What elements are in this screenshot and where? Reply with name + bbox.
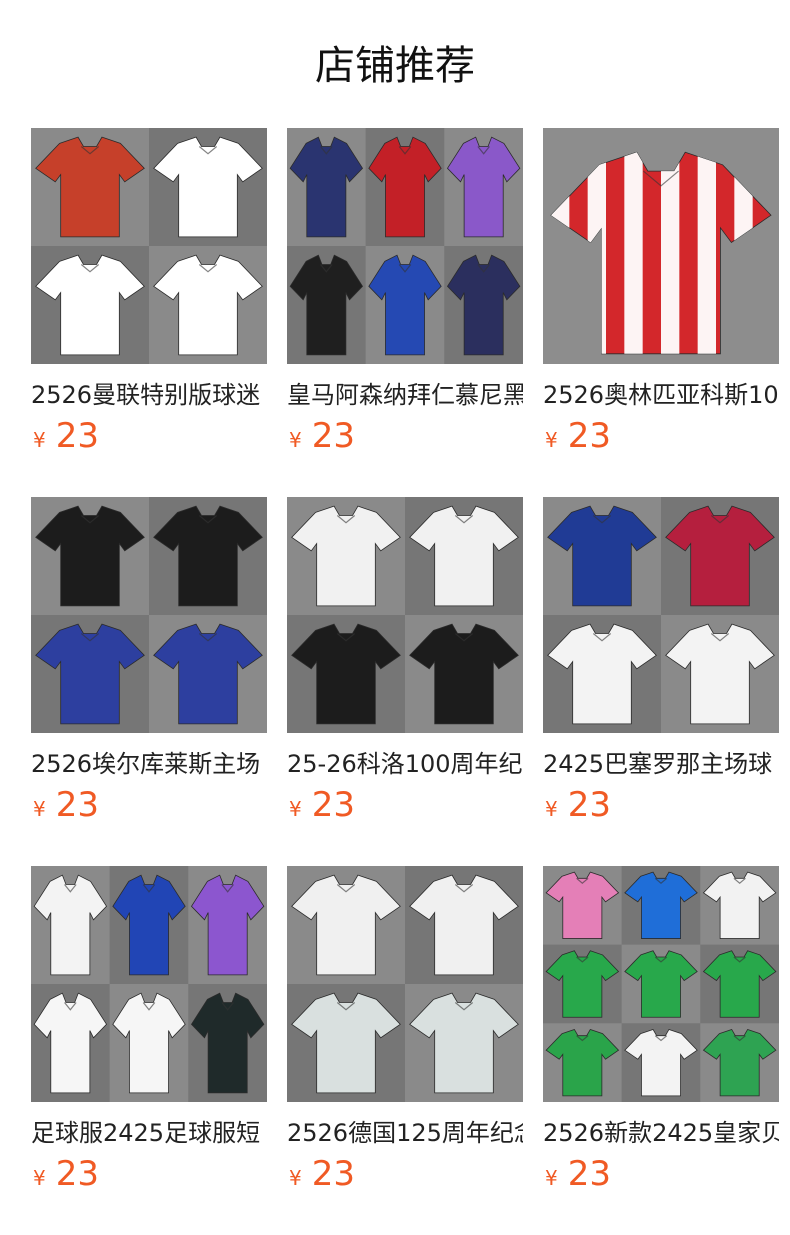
product-image[interactable] (287, 866, 523, 1102)
page-title: 店铺推荐 (315, 43, 475, 89)
product-image[interactable] (31, 128, 267, 364)
jersey-collage-icon (287, 866, 523, 1102)
jersey-collage-icon (543, 497, 779, 733)
product-card[interactable]: 2526曼联特别版球迷 ¥ 23 (31, 128, 267, 497)
product-price: ¥ 23 (287, 416, 355, 460)
product-title[interactable]: 2425巴塞罗那主场球 (543, 747, 779, 781)
product-card[interactable]: 2526新款2425皇家贝 ¥ 23 (543, 866, 779, 1235)
product-title[interactable]: 足球服2425足球服短 (31, 1116, 267, 1150)
currency-symbol: ¥ (289, 428, 302, 452)
currency-symbol: ¥ (289, 797, 302, 821)
product-card[interactable]: 2526奥林匹亚科斯100 ¥ 23 (543, 128, 779, 497)
currency-symbol: ¥ (33, 1166, 46, 1190)
jersey-collage-icon (31, 497, 267, 733)
product-card[interactable]: 2526埃尔库莱斯主场 ¥ 23 (31, 497, 267, 866)
product-card[interactable]: 皇马阿森纳拜仁慕尼黑 ¥ 23 (287, 128, 523, 497)
price-amount: 23 (311, 416, 355, 456)
currency-symbol: ¥ (545, 428, 558, 452)
product-price: ¥ 23 (543, 416, 611, 460)
product-price: ¥ 23 (287, 785, 355, 829)
jersey-collage-icon (31, 866, 267, 1102)
price-amount: 23 (567, 785, 611, 825)
product-image[interactable] (543, 497, 779, 733)
product-price: ¥ 23 (31, 416, 99, 460)
product-title[interactable]: 2526曼联特别版球迷 (31, 378, 267, 412)
product-price: ¥ 23 (543, 1154, 611, 1198)
price-amount: 23 (311, 1154, 355, 1194)
product-title[interactable]: 皇马阿森纳拜仁慕尼黑 (287, 378, 523, 412)
product-price: ¥ 23 (31, 785, 99, 829)
product-title[interactable]: 2526新款2425皇家贝 (543, 1116, 779, 1150)
price-amount: 23 (55, 785, 99, 825)
product-card[interactable]: 25-26科洛100周年纪念 ¥ 23 (287, 497, 523, 866)
product-grid: 2526曼联特别版球迷 ¥ 23 皇马阿森纳拜仁慕尼黑 ¥ 23 2526奥林匹… (31, 128, 790, 1235)
price-amount: 23 (567, 1154, 611, 1194)
product-image[interactable] (31, 866, 267, 1102)
jersey-collage-icon (287, 497, 523, 733)
currency-symbol: ¥ (545, 797, 558, 821)
currency-symbol: ¥ (33, 428, 46, 452)
product-image[interactable] (31, 497, 267, 733)
jersey-collage-icon (31, 128, 267, 364)
product-price: ¥ 23 (287, 1154, 355, 1198)
currency-symbol: ¥ (289, 1166, 302, 1190)
product-card[interactable]: 2425巴塞罗那主场球 ¥ 23 (543, 497, 779, 866)
price-amount: 23 (55, 416, 99, 456)
product-price: ¥ 23 (543, 785, 611, 829)
price-amount: 23 (311, 785, 355, 825)
price-amount: 23 (567, 416, 611, 456)
jersey-collage-icon (543, 866, 779, 1102)
product-image[interactable] (543, 128, 779, 364)
product-card[interactable]: 足球服2425足球服短 ¥ 23 (31, 866, 267, 1235)
product-title[interactable]: 2526德国125周年纪念 (287, 1116, 523, 1150)
product-image[interactable] (543, 866, 779, 1102)
price-amount: 23 (55, 1154, 99, 1194)
jersey-collage-icon (287, 128, 523, 364)
product-price: ¥ 23 (31, 1154, 99, 1198)
jersey-icon (543, 128, 779, 364)
currency-symbol: ¥ (545, 1166, 558, 1190)
product-image[interactable] (287, 128, 523, 364)
product-card[interactable]: 2526德国125周年纪念 ¥ 23 (287, 866, 523, 1235)
currency-symbol: ¥ (33, 797, 46, 821)
product-title[interactable]: 2526埃尔库莱斯主场 (31, 747, 267, 781)
product-title[interactable]: 25-26科洛100周年纪念 (287, 747, 523, 781)
product-image[interactable] (287, 497, 523, 733)
product-title[interactable]: 2526奥林匹亚科斯100 (543, 378, 779, 412)
